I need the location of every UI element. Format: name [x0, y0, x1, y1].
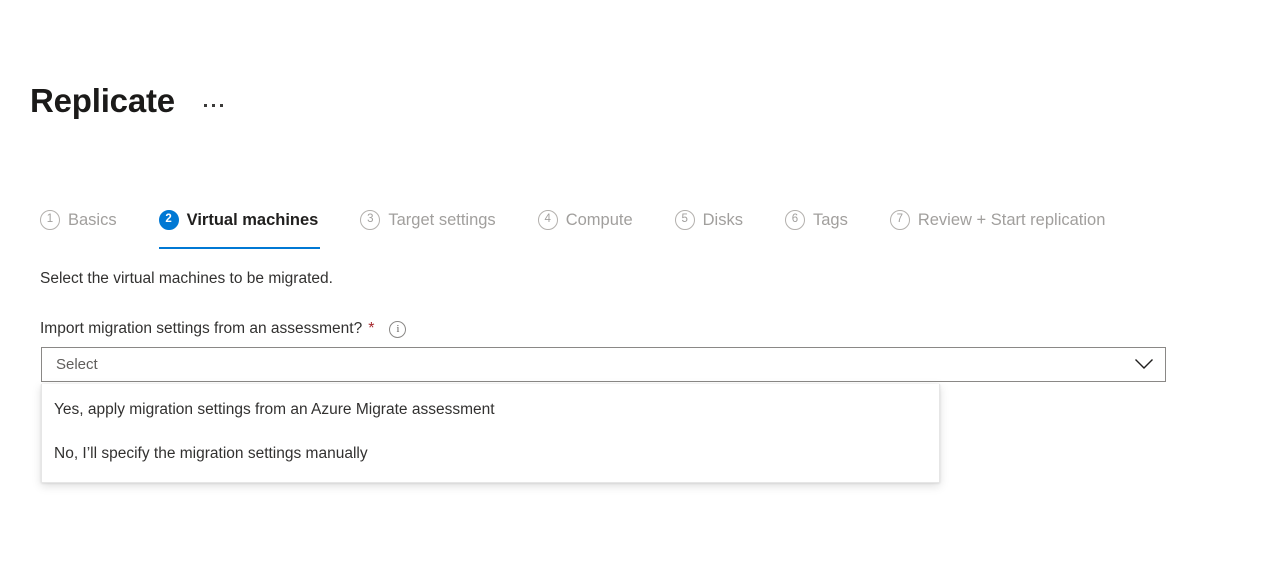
- ellipsis-dot-1: [204, 104, 207, 107]
- chevron-down-icon[interactable]: [1123, 348, 1165, 381]
- assessment-field-label: Import migration settings from an assess…: [40, 318, 362, 340]
- page-header: Replicate: [30, 76, 231, 126]
- tab-label: Tags: [813, 209, 848, 231]
- step-number-badge: 3: [360, 210, 380, 230]
- tab-target-settings[interactable]: 3 Target settings: [360, 203, 495, 237]
- tab-label: Basics: [68, 209, 117, 231]
- step-number-badge: 4: [538, 210, 558, 230]
- tab-label: Target settings: [388, 209, 495, 231]
- info-icon[interactable]: i: [389, 321, 406, 338]
- intro-description: Select the virtual machines to be migrat…: [40, 268, 333, 290]
- ellipsis-dot-3: [220, 104, 223, 107]
- step-number-badge: 1: [40, 210, 60, 230]
- more-options-button[interactable]: [197, 82, 231, 120]
- tab-virtual-machines[interactable]: 2 Virtual machines: [159, 203, 319, 237]
- required-asterisk: *: [368, 318, 374, 340]
- tab-label: Virtual machines: [187, 209, 319, 231]
- tab-label: Compute: [566, 209, 633, 231]
- dropdown-option-yes[interactable]: Yes, apply migration settings from an Az…: [42, 388, 939, 432]
- step-number-badge: 6: [785, 210, 805, 230]
- ellipsis-dot-2: [212, 104, 215, 107]
- tab-compute[interactable]: 4 Compute: [538, 203, 633, 237]
- step-number-badge: 2: [159, 210, 179, 230]
- tab-disks[interactable]: 5 Disks: [675, 203, 743, 237]
- active-tab-underline: [159, 247, 321, 249]
- combobox-selected-value: Select: [42, 355, 1123, 375]
- tab-label: Disks: [703, 209, 743, 231]
- tab-label: Review + Start replication: [918, 209, 1106, 231]
- wizard-tab-bar: 1 Basics 2 Virtual machines 3 Target set…: [40, 203, 1105, 247]
- tab-basics[interactable]: 1 Basics: [40, 203, 117, 237]
- page-title: Replicate: [30, 81, 175, 121]
- assessment-dropdown-list: Yes, apply migration settings from an Az…: [41, 384, 940, 483]
- assessment-dropdown-combobox[interactable]: Select: [41, 347, 1166, 382]
- dropdown-option-no[interactable]: No, I’ll specify the migration settings …: [42, 432, 939, 476]
- step-number-badge: 7: [890, 210, 910, 230]
- tab-tags[interactable]: 6 Tags: [785, 203, 848, 237]
- tab-review-start-replication[interactable]: 7 Review + Start replication: [890, 203, 1106, 237]
- assessment-field-label-row: Import migration settings from an assess…: [40, 318, 406, 340]
- step-number-badge: 5: [675, 210, 695, 230]
